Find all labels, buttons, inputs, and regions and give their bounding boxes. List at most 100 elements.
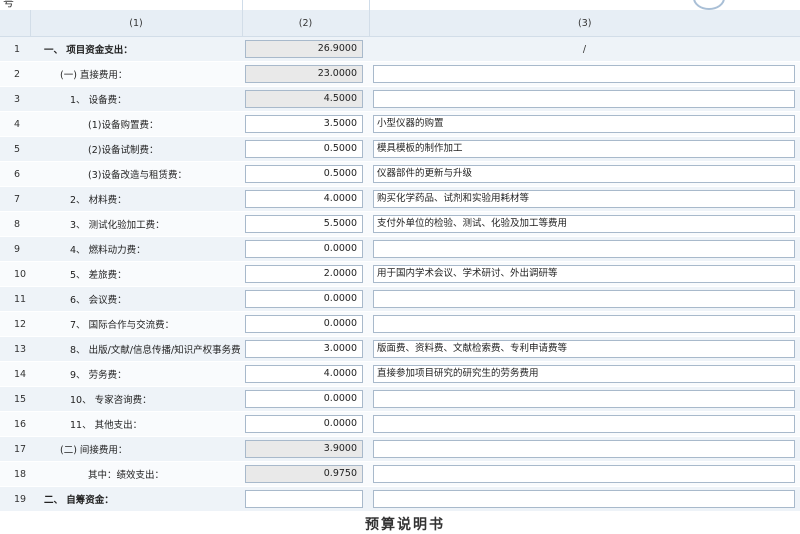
amount-field[interactable]: 0.0000 [245,415,363,433]
row-label: 5、 差旅费： [30,261,242,287]
arc-icon [693,0,725,10]
description-field[interactable]: 支付外单位的检验、测试、化验及加工等费用 [373,215,795,233]
description-field[interactable]: 直接参加项目研究的研究生的劳务费用 [373,365,795,383]
row-label: (1)设备购置费： [30,111,242,137]
table-row: 4 (1)设备购置费： 3.5000 小型仪器的购置 [0,111,800,137]
amount-field[interactable]: 0.5000 [245,165,363,183]
amount-field[interactable]: 3.0000 [245,340,363,358]
amount-cell: 4.0000 [242,186,369,212]
table-row: 18 其中：绩效支出： 0.9750 [0,461,800,487]
amount-cell: 0.0000 [242,411,369,437]
row-label: 其中：绩效支出： [30,461,242,487]
header-col2: (2) [241,10,369,37]
amount-field[interactable]: 4.0000 [245,190,363,208]
table-row: 16 11、 其他支出： 0.0000 [0,411,800,437]
description-field[interactable] [373,240,795,258]
table-row: 11 6、 会议费： 0.0000 [0,286,800,312]
table-row: 12 7、 国际合作与交流费： 0.0000 [0,311,800,337]
description-field[interactable]: 模具模板的制作加工 [373,140,795,158]
row-label: 3、 测试化验加工费： [30,211,242,237]
table-row: 19 二、 自筹资金： [0,486,800,512]
amount-cell: 0.9750 [242,461,369,487]
row-number: 3 [0,86,30,112]
amount-cell: 3.5000 [242,111,369,137]
description-cell [369,411,800,437]
description-field[interactable]: 仪器部件的更新与升级 [373,165,795,183]
table-row: 14 9、 劳务费： 4.0000 直接参加项目研究的研究生的劳务费用 [0,361,800,387]
description-field[interactable]: 版面费、资料费、文献检索费、专利申请费等 [373,340,795,358]
row-label: 6、 会议费： [30,286,242,312]
amount-field[interactable]: 5.5000 [245,215,363,233]
header-col3: (3) [368,10,800,37]
table-row: 3 1、 设备费： 4.5000 [0,86,800,112]
top-strip: 号 [0,0,800,10]
row-number: 19 [0,486,30,512]
description-cell [369,86,800,112]
description-cell: / [369,36,800,62]
description-field[interactable] [373,90,795,108]
row-label: 8、 出版/文献/信息传播/知识产权事务费： [30,336,242,362]
table-row: 9 4、 燃料动力费： 0.0000 [0,236,800,262]
row-label: 10、 专家咨询费： [30,386,242,412]
row-label: 11、 其他支出： [30,411,242,437]
row-number: 15 [0,386,30,412]
amount-cell: 0.0000 [242,386,369,412]
description-field[interactable] [373,65,795,83]
amount-field[interactable] [245,490,363,508]
description-field[interactable]: 用于国内学术会议、学术研讨、外出调研等 [373,265,795,283]
row-label: 1、 设备费： [30,86,242,112]
amount-cell: 3.9000 [242,436,369,462]
amount-field[interactable]: 0.0000 [245,240,363,258]
description-field[interactable] [373,315,795,333]
amount-cell: 5.5000 [242,211,369,237]
amount-field[interactable]: 2.0000 [245,265,363,283]
amount-cell: 4.0000 [242,361,369,387]
description-field[interactable] [373,290,795,308]
row-number: 18 [0,461,30,487]
header-col1: (1) [29,10,242,37]
column-divider [242,0,243,10]
description-field[interactable] [373,465,795,483]
amount-field[interactable]: 0.0000 [245,315,363,333]
amount-cell [242,486,369,512]
amount-field[interactable]: 0.0000 [245,390,363,408]
row-label: (二) 间接费用： [30,436,242,462]
description-field[interactable] [373,440,795,458]
row-number: 2 [0,61,30,87]
description-field[interactable] [373,390,795,408]
table-row: 1 一、 项目资金支出： 26.9000 / [0,36,800,62]
amount-cell: 0.0000 [242,311,369,337]
amount-cell: 0.0000 [242,286,369,312]
row-number: 11 [0,286,30,312]
row-number: 16 [0,411,30,437]
amount-field[interactable]: 3.5000 [245,115,363,133]
row-label: 7、 国际合作与交流费： [30,311,242,337]
amount-field[interactable]: 0.0000 [245,290,363,308]
row-number: 10 [0,261,30,287]
budget-table: (1) (2) (3) 1 一、 项目资金支出： 26.9000 / 2 (一) 直接费用… [0,10,800,512]
description-field[interactable]: 购买化学药品、试剂和实验用耗材等 [373,190,795,208]
row-number: 1 [0,36,30,62]
amount-field: 0.9750 [245,465,363,483]
row-number: 5 [0,136,30,162]
description-cell: 模具模板的制作加工 [369,136,800,162]
table-row: 17 (二) 间接费用： 3.9000 [0,436,800,462]
row-number: 6 [0,161,30,187]
amount-cell: 0.0000 [242,236,369,262]
table-row: 6 (3)设备改造与租赁费： 0.5000 仪器部件的更新与升级 [0,161,800,187]
description-cell [369,311,800,337]
description-field[interactable] [373,415,795,433]
description-cell [369,436,800,462]
description-field[interactable]: 小型仪器的购置 [373,115,795,133]
table-row: 10 5、 差旅费： 2.0000 用于国内学术会议、学术研讨、外出调研等 [0,261,800,287]
row-number: 9 [0,236,30,262]
row-label: 二、 自筹资金： [30,486,242,512]
table-row: 8 3、 测试化验加工费： 5.5000 支付外单位的检验、测试、化验及加工等费用 [0,211,800,237]
amount-cell: 0.5000 [242,161,369,187]
header-index-cell [0,10,30,37]
description-field[interactable] [373,490,795,508]
amount-field[interactable]: 0.5000 [245,140,363,158]
description-cell: 仪器部件的更新与升级 [369,161,800,187]
amount-field[interactable]: 4.0000 [245,365,363,383]
description-cell [369,236,800,262]
